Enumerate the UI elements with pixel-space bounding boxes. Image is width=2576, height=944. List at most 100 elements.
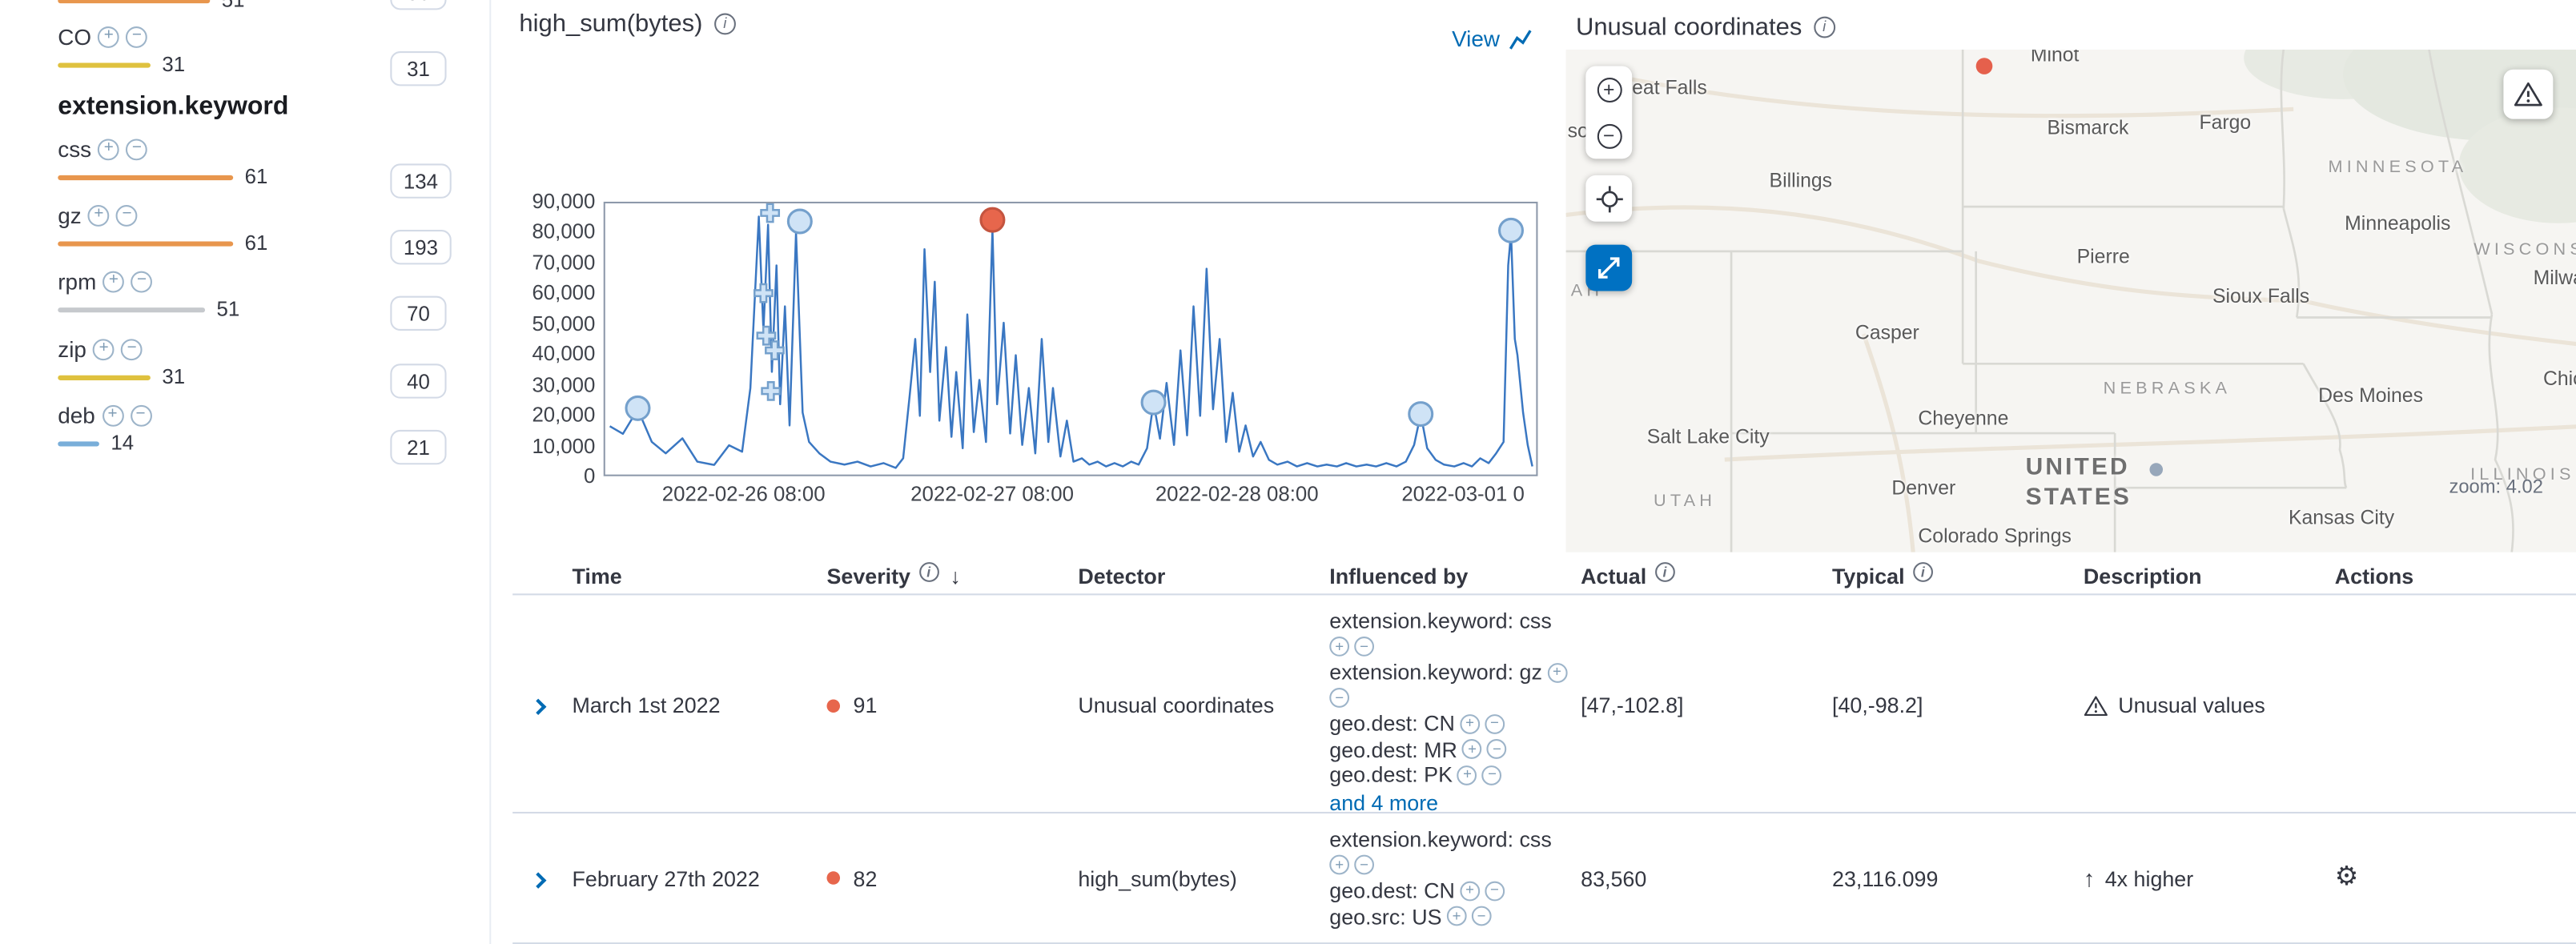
influencer-value: extension.keyword: css [1329, 609, 1552, 634]
info-icon[interactable]: i [1913, 562, 1933, 582]
column-header-severity[interactable]: Severity i ↓ [827, 563, 1079, 588]
chart-title-text: high_sum(bytes) [519, 10, 702, 38]
x-axis-label: 2022-02-26 08:00 [637, 483, 851, 506]
anomaly-description: ↑ 4x higher [2084, 813, 2335, 942]
column-label: Influenced by [1329, 563, 1468, 588]
add-filter-icon[interactable]: + [98, 26, 119, 47]
info-icon[interactable]: i [918, 562, 938, 582]
remove-filter-icon[interactable]: − [116, 204, 138, 226]
influencer-value: extension.keyword: gz [1329, 660, 1542, 685]
info-icon[interactable]: i [1655, 562, 1675, 582]
y-axis-label: 40,000 [512, 343, 595, 366]
remove-filter-icon[interactable]: − [1354, 855, 1374, 875]
map-title-text: Unusual coordinates [1576, 14, 1802, 42]
remove-filter-icon[interactable]: − [1354, 637, 1374, 657]
influencer-label: css [58, 136, 91, 161]
map-city-label: Sioux Falls [2212, 284, 2309, 307]
arrow-up-icon: ↑ [2084, 865, 2095, 891]
influencer-score-bar [58, 440, 99, 445]
column-label: Time [572, 563, 621, 588]
remove-filter-icon[interactable]: − [1485, 714, 1505, 734]
map-state-label: MINNESOTA [2329, 157, 2468, 177]
remove-filter-icon[interactable]: − [1329, 689, 1349, 709]
influencer-score: 61 [245, 166, 268, 189]
remove-filter-icon[interactable]: − [1485, 881, 1505, 901]
influencer-score-bar [58, 375, 151, 380]
zoom-out-button[interactable]: − [1585, 112, 1632, 159]
add-filter-icon[interactable]: + [98, 138, 119, 159]
anomalies-table: Time Severity i ↓ Detector Influenced by… [512, 557, 2576, 944]
chart-title: high_sum(bytes) i [519, 10, 735, 38]
actions-gear-icon[interactable]: ⚙ [2335, 865, 2359, 891]
influencer-label: deb [58, 403, 95, 428]
y-axis-label: 20,000 [512, 404, 595, 427]
add-filter-icon[interactable]: + [1457, 765, 1477, 785]
map-canvas[interactable]: UNITED STATES Minotreat FallssoBismarckF… [1566, 50, 2576, 552]
influencer-score: 51 [222, 0, 245, 11]
view-chart-link[interactable]: View [1452, 26, 1533, 51]
add-filter-icon[interactable]: + [1329, 637, 1349, 657]
anomaly-severity: 82 [827, 813, 1079, 942]
y-axis-label: 80,000 [512, 221, 595, 244]
map-city-label: Colorado Springs [1918, 524, 2071, 548]
plus-icon: + [1597, 77, 1622, 102]
info-icon[interactable]: i [1814, 17, 1835, 38]
view-link-label: View [1452, 26, 1500, 51]
zoom-in-button[interactable]: + [1585, 66, 1632, 113]
map-state-label: WISCONSIN [2474, 239, 2576, 259]
remove-filter-icon[interactable]: − [130, 404, 151, 426]
expand-map-button[interactable] [1585, 245, 1632, 291]
y-axis-label: 90,000 [512, 190, 595, 213]
influencer-entry: geo.dest: CN+− [1329, 878, 1581, 904]
anomaly-actual: [47,-102.8] [1581, 595, 1832, 815]
influencer-score-bar [58, 175, 233, 179]
add-filter-icon[interactable]: + [1460, 881, 1480, 901]
remove-filter-icon[interactable]: − [1482, 765, 1502, 785]
influencer-value: extension.keyword: css [1329, 827, 1552, 853]
column-header-description: Description [2084, 563, 2335, 588]
add-filter-icon[interactable]: + [93, 338, 115, 360]
anomaly-chart-panel: high_sum(bytes) i View 90,00080,00070,00… [512, 0, 1571, 552]
remove-filter-icon[interactable]: − [126, 26, 147, 47]
expand-row-button[interactable] [512, 866, 544, 890]
add-filter-icon[interactable]: + [1329, 855, 1349, 875]
sort-desc-icon: ↓ [950, 563, 961, 588]
map-city-label: Pierre [2077, 245, 2130, 268]
influencer-score-bar [58, 0, 210, 2]
remove-filter-icon[interactable]: − [126, 138, 147, 159]
influencer-item: zip + − 31 40 [58, 335, 455, 390]
map-zoom-controls: + − [1585, 66, 1632, 159]
set-view-button[interactable] [1585, 175, 1632, 222]
expand-row-button[interactable] [512, 693, 544, 717]
add-filter-icon[interactable]: + [88, 204, 110, 226]
show-more-link[interactable]: and 4 more [1329, 789, 1438, 815]
influencer-field-heading: extension.keyword [58, 93, 288, 123]
map-warning-button[interactable] [2503, 70, 2553, 119]
influencer-entry: extension.keyword: css [1329, 609, 1581, 634]
remove-filter-icon[interactable]: − [121, 338, 143, 360]
anomaly-row: February 27th 2022 82 high_sum(bytes) ex… [512, 813, 2576, 944]
x-axis-label: 2022-02-28 08:00 [1130, 483, 1344, 506]
influencer-label: gz [58, 203, 81, 227]
info-icon[interactable]: i [714, 14, 736, 35]
remove-filter-icon[interactable]: − [1487, 740, 1507, 760]
influencer-count-badge: 53 [390, 0, 446, 10]
influencer-score: 31 [162, 53, 185, 76]
add-filter-icon[interactable]: + [1460, 714, 1480, 734]
warning-icon [2084, 693, 2108, 717]
country-label: UNITED STATES [2026, 453, 2132, 512]
add-filter-icon[interactable]: + [1547, 663, 1567, 683]
remove-filter-icon[interactable]: − [1472, 906, 1492, 926]
influencer-entry: extension.keyword: gz+ [1329, 660, 1581, 685]
minus-icon: − [1597, 123, 1622, 148]
influenced-by-list: extension.keyword: css+−geo.dest: CN+−ge… [1329, 813, 1581, 942]
add-filter-icon[interactable]: + [102, 404, 123, 426]
chart-plot-area[interactable] [604, 202, 1538, 476]
table-header: Time Severity i ↓ Detector Influenced by… [512, 557, 2576, 595]
add-filter-icon[interactable]: + [1462, 740, 1482, 760]
add-filter-icon[interactable]: + [103, 271, 125, 292]
map-city-label: Minneapolis [2345, 211, 2450, 235]
influencer-label: zip [58, 336, 86, 361]
add-filter-icon[interactable]: + [1447, 906, 1467, 926]
remove-filter-icon[interactable]: − [131, 271, 153, 292]
